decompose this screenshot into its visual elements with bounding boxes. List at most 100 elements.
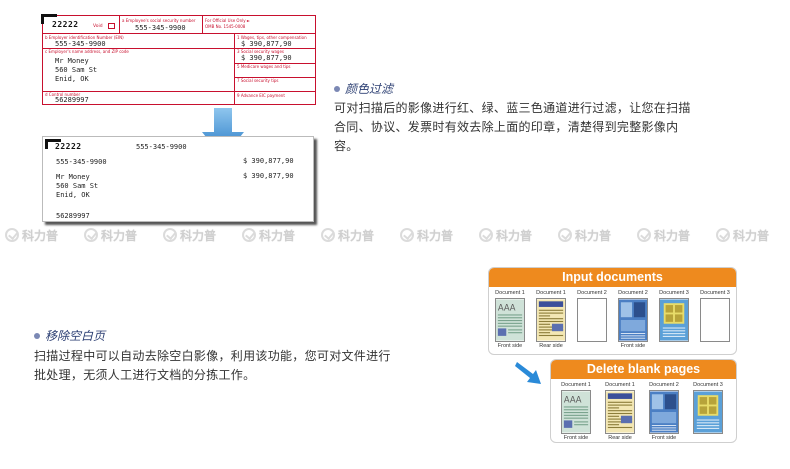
side-label: Front side: [497, 343, 523, 349]
color-filter-title-text: 颜色过滤: [345, 82, 394, 96]
document-thumbnail: Document 3: [687, 382, 729, 435]
employer-name: Mr Money: [55, 57, 89, 65]
document-label: Document 1: [561, 382, 591, 388]
form-divider: [234, 33, 235, 105]
document-thumbnail: Document 3: [694, 290, 736, 343]
watermark-text: 科力普: [259, 228, 296, 243]
watermark-check-icon: [5, 228, 19, 242]
watermark-text: 科力普: [101, 228, 138, 243]
watermark-check-icon: [479, 228, 493, 242]
color-filter-title: 颜色过滤: [334, 80, 393, 97]
document-label: Document 1: [536, 290, 566, 296]
scanned-page: [693, 390, 723, 434]
watermark-text: 科力普: [654, 228, 691, 243]
corner-mark: [41, 14, 44, 24]
ssn-label: a Employee's social security number: [122, 18, 196, 23]
watermark-text: 科力普: [22, 228, 59, 243]
omb-number: OMB No. 1545-0008: [205, 24, 246, 29]
watermark-logo: 科力普: [84, 226, 137, 244]
document-thumbnail: Document 1 Rear side: [530, 290, 572, 350]
text-line: 容。: [334, 139, 359, 153]
ss-wages-value: $ 390,877,90: [243, 172, 294, 180]
scanned-page: AAA: [495, 298, 525, 342]
scanned-page: [659, 298, 689, 342]
document-label: Document 1: [495, 290, 525, 296]
form-divider: [43, 33, 315, 34]
arrow-down-right-icon: [515, 362, 541, 384]
bullet-icon: [334, 86, 340, 92]
document-thumbnail: Document 1 AAA Front side: [489, 290, 531, 350]
wages-value: $ 390,877,90: [243, 157, 294, 165]
blank-removal-title-text: 移除空白页: [45, 329, 106, 343]
scanned-page: AAA: [561, 390, 591, 434]
svg-text:AAA: AAA: [564, 395, 582, 405]
form-divider: [119, 16, 120, 33]
watermark-logo: 科力普: [321, 226, 374, 244]
watermark-text: 科力普: [417, 228, 454, 243]
employer-label: c Employer's name address, and ZIP code: [45, 49, 129, 54]
watermark-check-icon: [242, 228, 256, 242]
watermark-logo: 科力普: [400, 226, 453, 244]
document-label: Document 2: [618, 290, 648, 296]
eic-label: 9 Advance EIC payment: [237, 93, 285, 98]
document-label: Document 3: [659, 290, 689, 296]
control-value: 56289997: [55, 96, 89, 104]
document-label: Document 2: [649, 382, 679, 388]
blank-removal-description: 扫描过程中可以自动去除空白影像，利用该功能，您可对文件进行 批处理，无须人工进行…: [34, 347, 454, 385]
w2-filtered-form: 22222 555-345-9900 555-345-9900 $ 390,87…: [42, 136, 314, 222]
form-divider: [234, 91, 315, 92]
form-code: 22222: [55, 142, 82, 151]
watermark-check-icon: [321, 228, 335, 242]
ssn-value: 555-345-9900: [135, 24, 186, 32]
ssn-value: 555-345-9900: [136, 143, 187, 151]
employer-name: Mr Money: [56, 173, 90, 181]
side-label: Front side: [563, 435, 589, 441]
ss-wages-value: $ 390,877,90: [241, 54, 292, 62]
official-use-label: For Official Use Only ►: [205, 18, 250, 23]
employer-street: 560 Sam St: [56, 182, 99, 190]
corner-mark: [45, 139, 48, 149]
watermark-text: 科力普: [733, 228, 770, 243]
blank-removal-title: 移除空白页: [34, 327, 105, 344]
watermark-text: 科力普: [496, 228, 533, 243]
form-code: 22222: [52, 20, 79, 29]
side-label: Rear side: [608, 435, 632, 441]
document-label: Document 1: [605, 382, 635, 388]
document-thumbnail: Document 3: [653, 290, 695, 343]
watermark-logo: 科力普: [637, 226, 690, 244]
panel-title: Delete blank pages: [551, 360, 736, 379]
control-value: 56289997: [56, 212, 90, 220]
document-thumbnail: Document 1 AAA Front side: [555, 382, 597, 442]
document-thumbnail: Document 2: [571, 290, 613, 343]
employer-city: Enid, OK: [56, 191, 90, 199]
document-thumbnail: Document 2 Front side: [612, 290, 654, 350]
svg-text:AAA: AAA: [498, 303, 516, 313]
w2-original-form: 22222 Void a Employee's social security …: [41, 14, 316, 105]
employer-city: Enid, OK: [55, 75, 89, 83]
watermark-text: 科力普: [575, 228, 612, 243]
color-filter-description: 可对扫描后的影像进行红、绿、蓝三色通道进行过滤，让您在扫描 合同、协议、发票时有…: [334, 99, 754, 156]
document-label: Document 3: [700, 290, 730, 296]
text-line: 批处理，无须人工进行文档的分拣工作。: [34, 368, 256, 382]
ss-tips-label: 7 Social security tips: [237, 78, 279, 83]
form-divider: [202, 16, 203, 33]
employer-street: 560 Sam St: [55, 66, 98, 74]
side-label: Front side: [651, 435, 677, 441]
blank-page: [700, 298, 730, 342]
scanned-page: [649, 390, 679, 434]
document-thumbnail: Document 1 Rear side: [599, 382, 641, 442]
watermark-check-icon: [84, 228, 98, 242]
bullet-icon: [34, 333, 40, 339]
watermark-check-icon: [163, 228, 177, 242]
scanned-page: [618, 298, 648, 342]
watermark-logo: 科力普: [479, 226, 532, 244]
panel-title: Input documents: [489, 268, 736, 287]
scanned-page: [605, 390, 635, 434]
scanned-page: [536, 298, 566, 342]
side-label: Front side: [620, 343, 646, 349]
blank-page: [577, 298, 607, 342]
side-label: Rear side: [539, 343, 563, 349]
void-checkbox: [108, 23, 115, 29]
watermark-logo: 科力普: [163, 226, 216, 244]
text-line: 可对扫描后的影像进行红、绿、蓝三色通道进行过滤，让您在扫描: [334, 101, 691, 115]
